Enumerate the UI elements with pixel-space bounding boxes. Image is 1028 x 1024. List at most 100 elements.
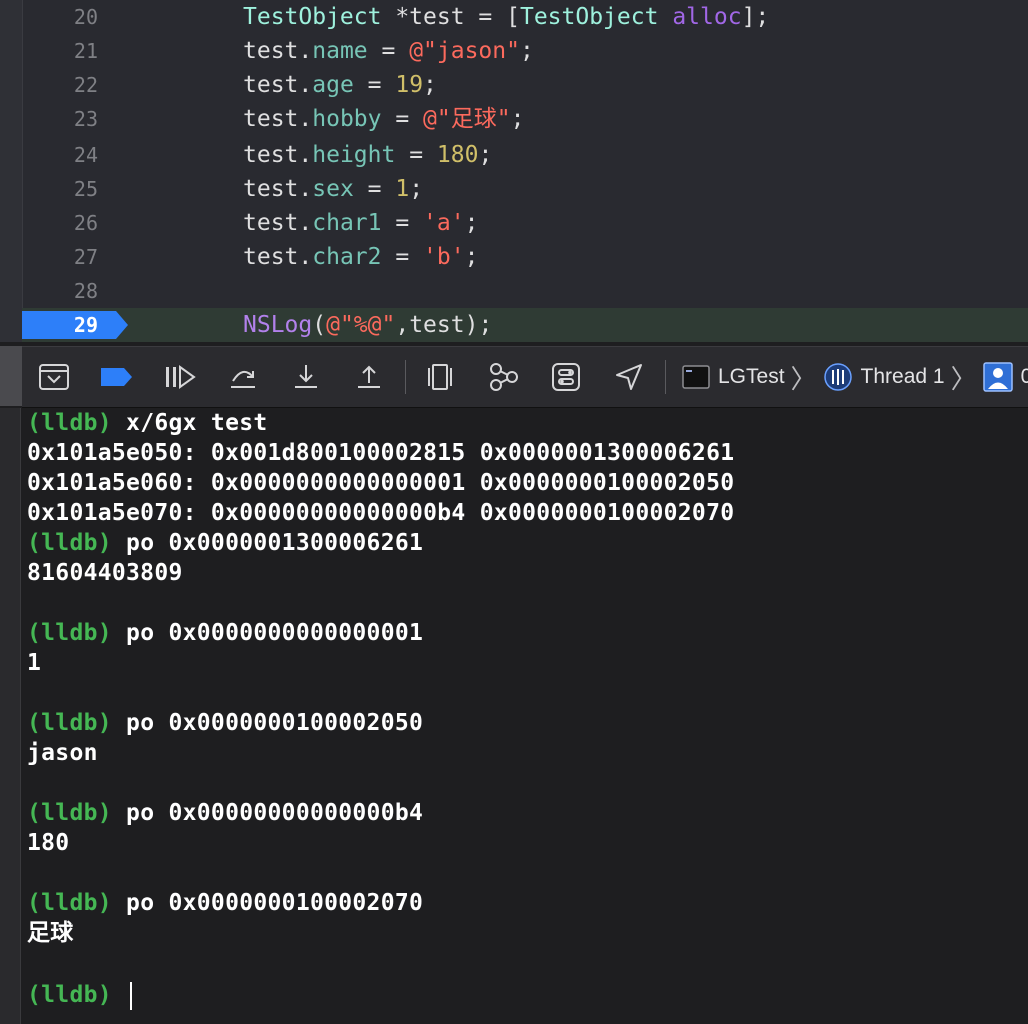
line-number[interactable]: 27 bbox=[22, 240, 98, 274]
lldb-prompt: (lldb) bbox=[27, 410, 112, 436]
lldb-prompt: (lldb) bbox=[27, 982, 112, 1008]
code-line[interactable]: 26 test.char1 = 'a'; bbox=[22, 206, 1028, 240]
code-token-plain: test. bbox=[243, 244, 313, 270]
code-line[interactable]: 21 test.name = @"jason"; bbox=[22, 34, 1028, 68]
code-token-plain: ; bbox=[519, 38, 534, 64]
console-output-line: 0x101a5e060: 0x0000000000000001 0x000000… bbox=[27, 470, 735, 496]
line-number[interactable]: 21 bbox=[22, 34, 98, 68]
breadcrumb-thread[interactable]: Thread 1 bbox=[823, 362, 945, 392]
lldb-prompt: (lldb) bbox=[27, 710, 112, 736]
console-command-line: (lldb) x/6gx test bbox=[27, 408, 1027, 438]
breakpoints-toggle-button[interactable] bbox=[99, 359, 135, 395]
location-arrow-icon bbox=[616, 364, 642, 390]
step-over-button[interactable] bbox=[225, 359, 261, 395]
console-input-line[interactable]: (lldb) bbox=[27, 978, 1027, 1012]
code-token-prop: hobby bbox=[312, 106, 382, 132]
line-number[interactable]: 22 bbox=[22, 68, 98, 102]
toolbar-separator bbox=[665, 360, 666, 394]
source-editor[interactable]: 20 TestObject *test = [TestObject alloc];… bbox=[0, 0, 1028, 342]
code-text[interactable]: test.age = 19; bbox=[243, 68, 437, 102]
breadcrumb-thread-label: Thread 1 bbox=[860, 365, 945, 388]
code-token-plain: ; bbox=[510, 106, 525, 132]
code-token-plain: test. bbox=[243, 72, 313, 98]
line-number[interactable]: 23 bbox=[22, 102, 98, 136]
code-text[interactable]: test.height = 180; bbox=[243, 138, 492, 172]
code-token-str: @"jason" bbox=[409, 38, 520, 64]
code-token-str: 'a' bbox=[423, 210, 465, 236]
code-token-plain: = bbox=[353, 176, 396, 202]
line-number[interactable]: 28 bbox=[22, 274, 98, 308]
code-token-plain: ; bbox=[423, 72, 437, 98]
code-token-plain: test. bbox=[243, 210, 313, 236]
code-text[interactable]: test.char2 = 'b'; bbox=[243, 240, 478, 274]
breadcrumb-chevron-icon: 〉 bbox=[790, 363, 817, 394]
code-line[interactable]: 24 test.height = 180; bbox=[22, 138, 1028, 172]
step-into-icon bbox=[295, 365, 317, 388]
code-token-plain: ,test); bbox=[395, 312, 493, 338]
terminal-app-icon bbox=[682, 365, 710, 389]
code-token-plain: ]; bbox=[741, 4, 770, 30]
code-token-prop: sex bbox=[312, 176, 354, 202]
code-text[interactable]: test.sex = 1; bbox=[243, 172, 423, 206]
code-token-method: alloc bbox=[672, 4, 742, 30]
console-command-line: (lldb) po 0x0000001300006261 bbox=[27, 528, 1027, 558]
console-command-line: (lldb) po 0x0000000100002070 bbox=[27, 888, 1027, 918]
continue-button[interactable] bbox=[162, 359, 198, 395]
line-number[interactable]: 25 bbox=[22, 172, 98, 206]
console-output-line: 足球 bbox=[27, 920, 74, 946]
code-token-plain: *test = [ bbox=[381, 4, 520, 30]
code-token-plain: = bbox=[367, 38, 410, 64]
line-number[interactable]: 29 bbox=[22, 308, 98, 342]
code-text[interactable]: test.char1 = 'a'; bbox=[243, 206, 478, 240]
breadcrumb-frame[interactable]: 0 bbox=[982, 362, 1028, 392]
console-output-line: 1 bbox=[27, 650, 42, 676]
console-command-text: po 0x0000000000000001 bbox=[126, 620, 424, 646]
code-text[interactable]: NSLog(@"%@",test); bbox=[243, 308, 492, 342]
code-line-current[interactable]: 29 NSLog(@"%@",test); bbox=[22, 308, 1028, 342]
code-token-plain: test. bbox=[243, 176, 313, 202]
step-into-button[interactable] bbox=[288, 359, 324, 395]
code-token-num: 1 bbox=[395, 176, 410, 202]
code-text[interactable]: test.hobby = @"足球"; bbox=[243, 102, 524, 136]
code-token-prop: age bbox=[312, 72, 354, 98]
hide-debug-area-button[interactable] bbox=[36, 359, 72, 395]
code-line[interactable]: 23 test.hobby = @"足球"; bbox=[22, 102, 1028, 136]
step-out-button[interactable] bbox=[351, 359, 387, 395]
code-token-str: @"%@" bbox=[326, 312, 396, 338]
code-token-num: 180 bbox=[436, 142, 479, 168]
step-out-icon bbox=[358, 365, 380, 388]
code-text[interactable]: test.name = @"jason"; bbox=[243, 34, 534, 68]
breadcrumb-chevron-icon: 〉 bbox=[950, 363, 977, 394]
code-line[interactable]: 27 test.char2 = 'b'; bbox=[22, 240, 1028, 274]
simulate-location-button[interactable] bbox=[611, 359, 647, 395]
environment-overrides-button[interactable] bbox=[548, 359, 584, 395]
code-token-prop: height bbox=[312, 142, 396, 168]
view-debugger-button[interactable] bbox=[422, 359, 458, 395]
lldb-console[interactable]: (lldb) x/6gx test 0x101a5e050: 0x001d8001… bbox=[27, 408, 1027, 1024]
code-text[interactable]: TestObject *test = [TestObject alloc]; bbox=[243, 0, 769, 34]
console-command-line: (lldb) po 0x00000000000000b4 bbox=[27, 798, 1027, 828]
line-number[interactable]: 24 bbox=[22, 138, 98, 172]
code-line[interactable]: 20 TestObject *test = [TestObject alloc]; bbox=[22, 0, 1028, 34]
breadcrumb-frame-label: 0 bbox=[1020, 365, 1028, 388]
code-token-prop: char1 bbox=[312, 210, 382, 236]
console-command-text: po 0x0000000100002050 bbox=[126, 710, 424, 736]
console-output-line: jason bbox=[27, 740, 98, 766]
lldb-prompt: (lldb) bbox=[27, 620, 112, 646]
editor-gutter-strip bbox=[0, 0, 23, 342]
code-token-plain: = bbox=[381, 244, 424, 270]
code-token-plain: ; bbox=[464, 210, 479, 236]
code-line[interactable]: 28 bbox=[22, 274, 1028, 308]
code-line[interactable]: 25 test.sex = 1; bbox=[22, 172, 1028, 206]
code-token-plain: test. bbox=[243, 106, 313, 132]
code-token-prop: char2 bbox=[312, 244, 382, 270]
breadcrumb-target[interactable]: LGTest bbox=[682, 365, 785, 389]
memory-graph-button[interactable] bbox=[485, 359, 521, 395]
debug-toolbar: LGTest 〉 Thread 1 〉 0 bbox=[22, 346, 1028, 408]
line-number[interactable]: 26 bbox=[22, 206, 98, 240]
line-number[interactable]: 20 bbox=[22, 0, 98, 34]
code-line[interactable]: 22 test.age = 19; bbox=[22, 68, 1028, 102]
